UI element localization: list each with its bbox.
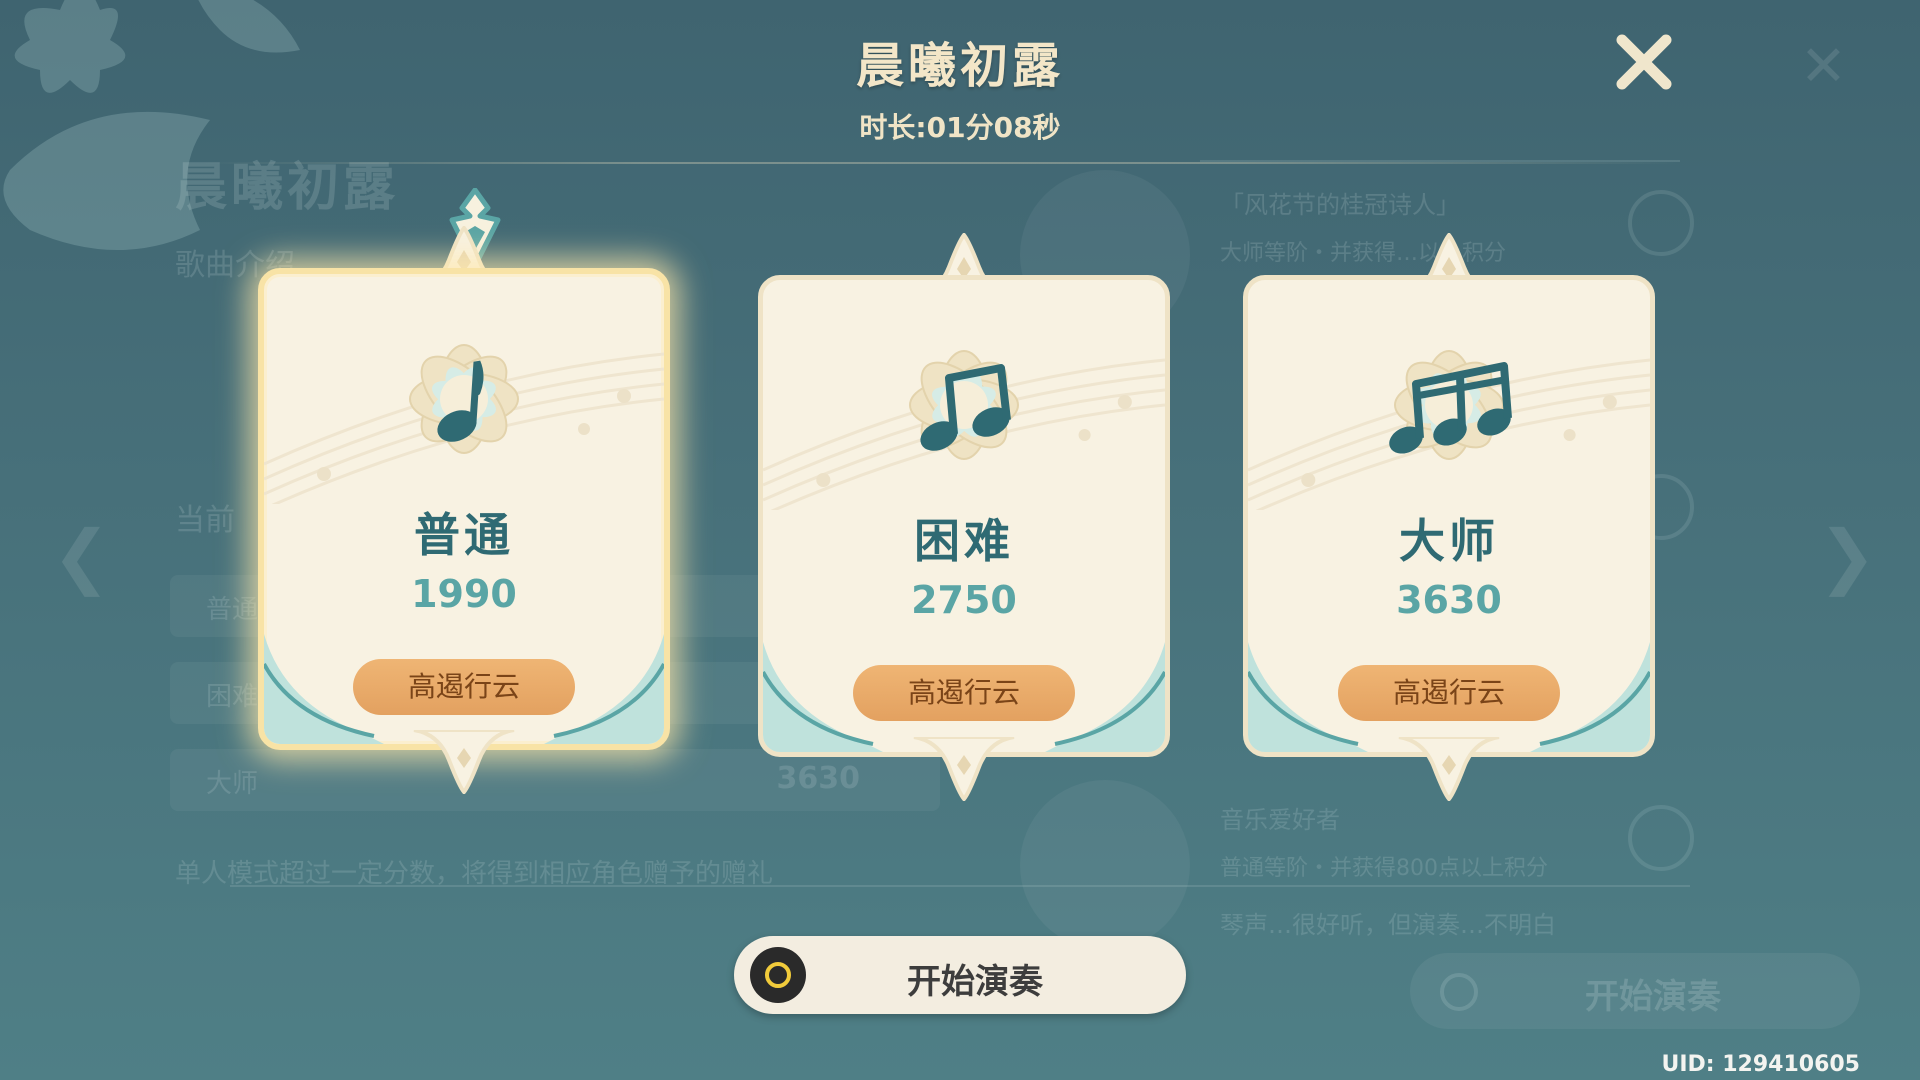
start-performance-button[interactable]: 开始演奏 <box>734 936 1186 1014</box>
card-frame: 困难 2750 高遏行云 <box>758 275 1170 757</box>
difficulty-name: 大师 <box>1399 514 1499 568</box>
difficulty-flower-emblem <box>909 350 1019 460</box>
background-row-master: 大师 3630 <box>170 749 940 811</box>
rating-badge: 高遏行云 <box>1338 665 1560 721</box>
background-row-value: 3630 <box>776 761 861 796</box>
difficulty-flower-emblem <box>1389 350 1512 460</box>
difficulty-name: 普通 <box>414 508 514 562</box>
background-achievement-title: 「风花节的桂冠诗人」 <box>1220 191 1460 219</box>
background-row-label: 大师 <box>206 769 259 799</box>
background-divider <box>230 885 1690 887</box>
card-bottom-crest-icon <box>913 737 1015 801</box>
background-start-label: 开始演奏 <box>1585 977 1721 1017</box>
background-achievement-title: 音乐爱好者 <box>1220 806 1340 834</box>
song-duration: 时长:01分08秒 <box>859 111 1061 144</box>
uid-label: UID: 129410605 <box>1661 1052 1860 1077</box>
rating-badge: 高遏行云 <box>853 665 1075 721</box>
background-avatar <box>1020 780 1190 950</box>
difficulty-card-hard[interactable]: 困难 2750 高遏行云 <box>758 233 1170 801</box>
background-left-arrow-icon: ❮ <box>52 515 111 597</box>
background-song-title: 晨曦初露 <box>175 158 400 218</box>
difficulty-card-normal[interactable]: 普通 1990 高遏行云 <box>258 226 670 794</box>
background-start-button: 开始演奏 <box>1410 953 1860 1029</box>
background-quote: 琴声…很好听，但演奏…不明白 <box>1220 911 1556 939</box>
background-circle-icon <box>1440 973 1478 1011</box>
close-button[interactable] <box>1612 30 1676 94</box>
difficulty-score: 1990 <box>411 572 517 616</box>
difficulty-name: 困难 <box>914 514 1014 568</box>
difficulty-score: 2750 <box>911 578 1017 622</box>
rating-badge: 高遏行云 <box>353 659 575 715</box>
background-current-label: 当前 <box>175 503 235 538</box>
close-icon <box>1616 34 1672 90</box>
background-check-icon <box>1628 190 1694 256</box>
difficulty-card-master[interactable]: 大师 3630 高遏行云 <box>1243 233 1655 801</box>
background-row-label: 困难 <box>206 682 259 712</box>
difficulty-flower-emblem <box>409 344 519 454</box>
background-check-icon <box>1628 805 1694 871</box>
card-frame: 大师 3630 高遏行云 <box>1243 275 1655 757</box>
background-row-label: 普通 <box>206 595 259 625</box>
card-bottom-crest-icon <box>1398 737 1500 801</box>
header-divider <box>200 162 1680 164</box>
card-bottom-crest-icon <box>413 730 515 794</box>
card-frame: 普通 1990 高遏行云 <box>258 268 670 750</box>
difficulty-score: 3630 <box>1396 578 1502 622</box>
background-right-arrow-icon: ❯ <box>1818 515 1877 597</box>
background-achievement-desc: 普通等阶・并获得800点以上积分 <box>1220 856 1548 881</box>
start-performance-label: 开始演奏 <box>907 962 1043 1002</box>
